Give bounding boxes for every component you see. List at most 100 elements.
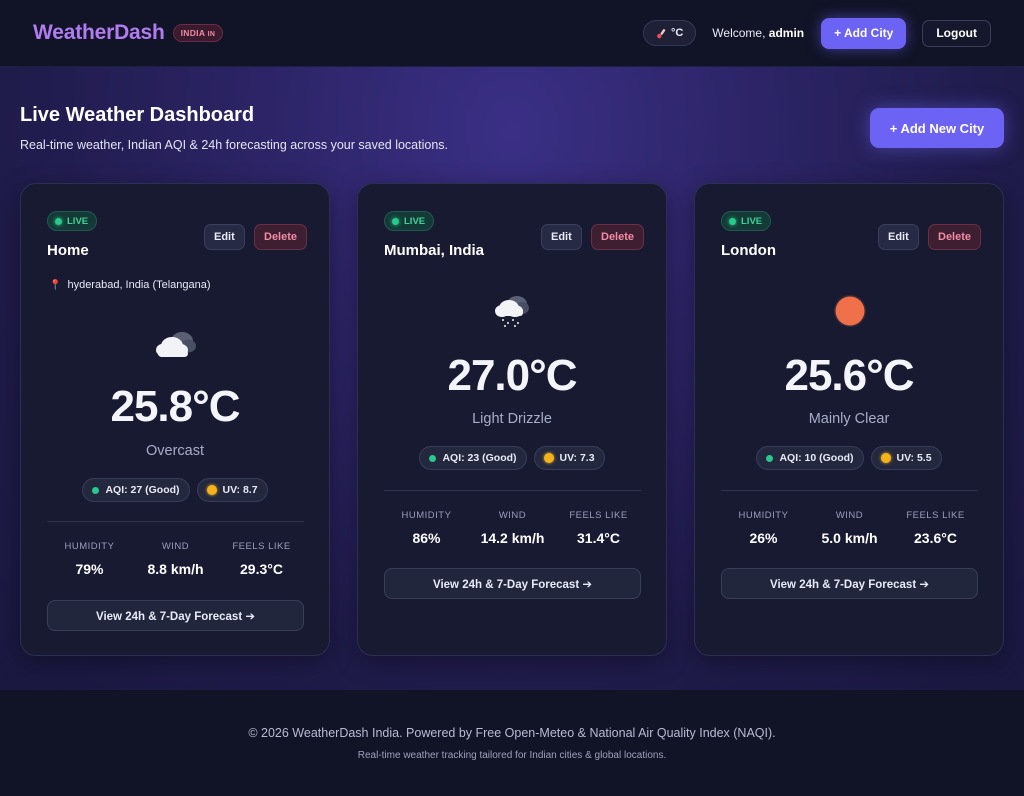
city-card-mumbai: LIVE Mumbai, India Edit Delete 27.0°C Li…: [357, 183, 667, 656]
footer: © 2026 WeatherDash India. Powered by Fre…: [0, 690, 1024, 796]
stat-value: 31.4°C: [577, 530, 620, 546]
page-subtitle: Real-time weather, Indian AQI & 24h fore…: [20, 138, 449, 152]
add-city-button[interactable]: + Add City: [821, 17, 907, 49]
stat-feels-like: FEELS LIKE 31.4°C: [556, 510, 641, 546]
aqi-dot-icon: [766, 454, 774, 462]
stat-label: FEELS LIKE: [232, 541, 291, 552]
live-dot-icon: [55, 217, 62, 225]
condition-text: Light Drizzle: [472, 411, 552, 427]
stat-label: WIND: [161, 541, 190, 552]
city-location: 📍 hyderabad, India (Telangana): [49, 279, 211, 291]
sun-icon: [834, 295, 866, 327]
condition-text: Mainly Clear: [808, 411, 890, 427]
stat-label: FEELS LIKE: [569, 510, 628, 521]
uv-text: UV: 5.5: [896, 452, 932, 464]
live-badge: LIVE: [384, 211, 435, 231]
stat-value: 14.2 km/h: [480, 530, 545, 546]
stat-value: 8.8 km/h: [147, 561, 204, 577]
view-forecast-button[interactable]: View 24h & 7-Day Forecast ➔: [721, 568, 978, 599]
edit-button[interactable]: Edit: [541, 224, 582, 250]
aqi-badge: AQI: 27 (Good): [82, 478, 190, 502]
edit-button[interactable]: Edit: [878, 224, 919, 250]
page-title: Live Weather Dashboard: [20, 104, 255, 126]
uv-badge: UV: 7.3: [533, 446, 605, 470]
aqi-text: AQI: 27 (Good): [105, 484, 180, 496]
stat-label: HUMIDITY: [738, 510, 789, 521]
delete-button[interactable]: Delete: [254, 224, 308, 250]
divider: [47, 521, 304, 522]
logout-button[interactable]: Logout: [922, 19, 991, 47]
stat-label: FEELS LIKE: [906, 510, 965, 521]
uv-badge: UV: 5.5: [870, 446, 942, 470]
stat-feels-like: FEELS LIKE 23.6°C: [893, 510, 978, 546]
stat-wind: WIND 8.8 km/h: [133, 541, 218, 577]
delete-button[interactable]: Delete: [591, 224, 645, 250]
welcome-prefix: Welcome,: [712, 26, 766, 40]
edit-button[interactable]: Edit: [204, 224, 245, 250]
aqi-badge: AQI: 23 (Good): [419, 446, 527, 470]
delete-button[interactable]: Delete: [928, 224, 982, 250]
stat-value: 23.6°C: [914, 530, 957, 546]
stat-value: 5.0 km/h: [821, 530, 878, 546]
city-name: Mumbai, India: [384, 242, 485, 259]
unit-toggle-button[interactable]: °C: [642, 20, 697, 46]
stat-wind: WIND 5.0 km/h: [807, 510, 892, 546]
thermometer-icon: [657, 28, 666, 38]
brand-logo[interactable]: WeatherDash: [33, 21, 165, 45]
stat-feels-like: FEELS LIKE 29.3°C: [219, 541, 304, 577]
unit-label: °C: [670, 27, 684, 39]
metric-pills: AQI: 23 (Good) UV: 7.3: [358, 446, 666, 470]
live-label: LIVE: [741, 215, 763, 227]
live-badge: LIVE: [721, 211, 772, 231]
stat-label: WIND: [498, 510, 527, 521]
footer-tagline: Real-time weather tracking tailored for …: [357, 750, 667, 761]
stat-wind: WIND 14.2 km/h: [470, 510, 555, 546]
uv-badge: UV: 8.7: [196, 478, 268, 502]
aqi-text: AQI: 10 (Good): [779, 452, 854, 464]
stat-value: 86%: [412, 530, 441, 546]
uv-text: UV: 7.3: [559, 452, 595, 464]
stat-value: 29.3°C: [240, 561, 283, 577]
stats-row: HUMIDITY 86% WIND 14.2 km/h FEELS LIKE 3…: [384, 510, 641, 546]
stat-humidity: HUMIDITY 26%: [721, 510, 806, 546]
temperature: 27.0°C: [447, 351, 577, 400]
sun-small-icon: [543, 453, 554, 463]
metric-pills: AQI: 10 (Good) UV: 5.5: [695, 446, 1003, 470]
stat-label: HUMIDITY: [64, 541, 115, 552]
temperature: 25.6°C: [784, 351, 914, 400]
add-new-city-button[interactable]: + Add New City: [870, 108, 1004, 148]
region-badge-label: INDIA: [180, 28, 205, 38]
aqi-text: AQI: 23 (Good): [442, 452, 517, 464]
city-name: London: [721, 242, 776, 259]
live-dot-icon: [729, 217, 736, 225]
username: admin: [768, 26, 805, 40]
stat-label: HUMIDITY: [401, 510, 452, 521]
stats-row: HUMIDITY 26% WIND 5.0 km/h FEELS LIKE 23…: [721, 510, 978, 546]
drizzle-cloud-icon: [495, 296, 529, 328]
divider: [721, 490, 978, 491]
stat-value: 79%: [75, 561, 104, 577]
sun-small-icon: [206, 485, 217, 495]
location-text: hyderabad, India (Telangana): [67, 279, 211, 291]
stat-humidity: HUMIDITY 79%: [47, 541, 132, 577]
region-badge: INDIA IN: [172, 24, 224, 42]
stat-humidity: HUMIDITY 86%: [384, 510, 469, 546]
overcast-cloud-icon: [156, 332, 196, 357]
condition-text: Overcast: [145, 443, 204, 459]
aqi-dot-icon: [92, 486, 100, 494]
city-card-london: LIVE London Edit Delete 25.6°C Mainly Cl…: [694, 183, 1004, 656]
flag-label: IN: [207, 31, 216, 38]
dashboard-main: Live Weather Dashboard Real-time weather…: [0, 67, 1024, 690]
metric-pills: AQI: 27 (Good) UV: 8.7: [21, 478, 329, 502]
view-forecast-button[interactable]: View 24h & 7-Day Forecast ➔: [47, 600, 304, 631]
view-forecast-button[interactable]: View 24h & 7-Day Forecast ➔: [384, 568, 641, 599]
city-name: Home: [47, 242, 89, 259]
live-dot-icon: [392, 217, 399, 225]
sun-small-icon: [880, 453, 891, 463]
nav-actions: °C Welcome, admin + Add City Logout: [642, 17, 991, 49]
welcome-text: Welcome, admin: [712, 26, 804, 40]
live-label: LIVE: [404, 215, 426, 227]
live-badge: LIVE: [47, 211, 98, 231]
temperature: 25.8°C: [110, 382, 240, 431]
city-card-home: LIVE Home Edit Delete 📍 hyderabad, India…: [20, 183, 330, 656]
